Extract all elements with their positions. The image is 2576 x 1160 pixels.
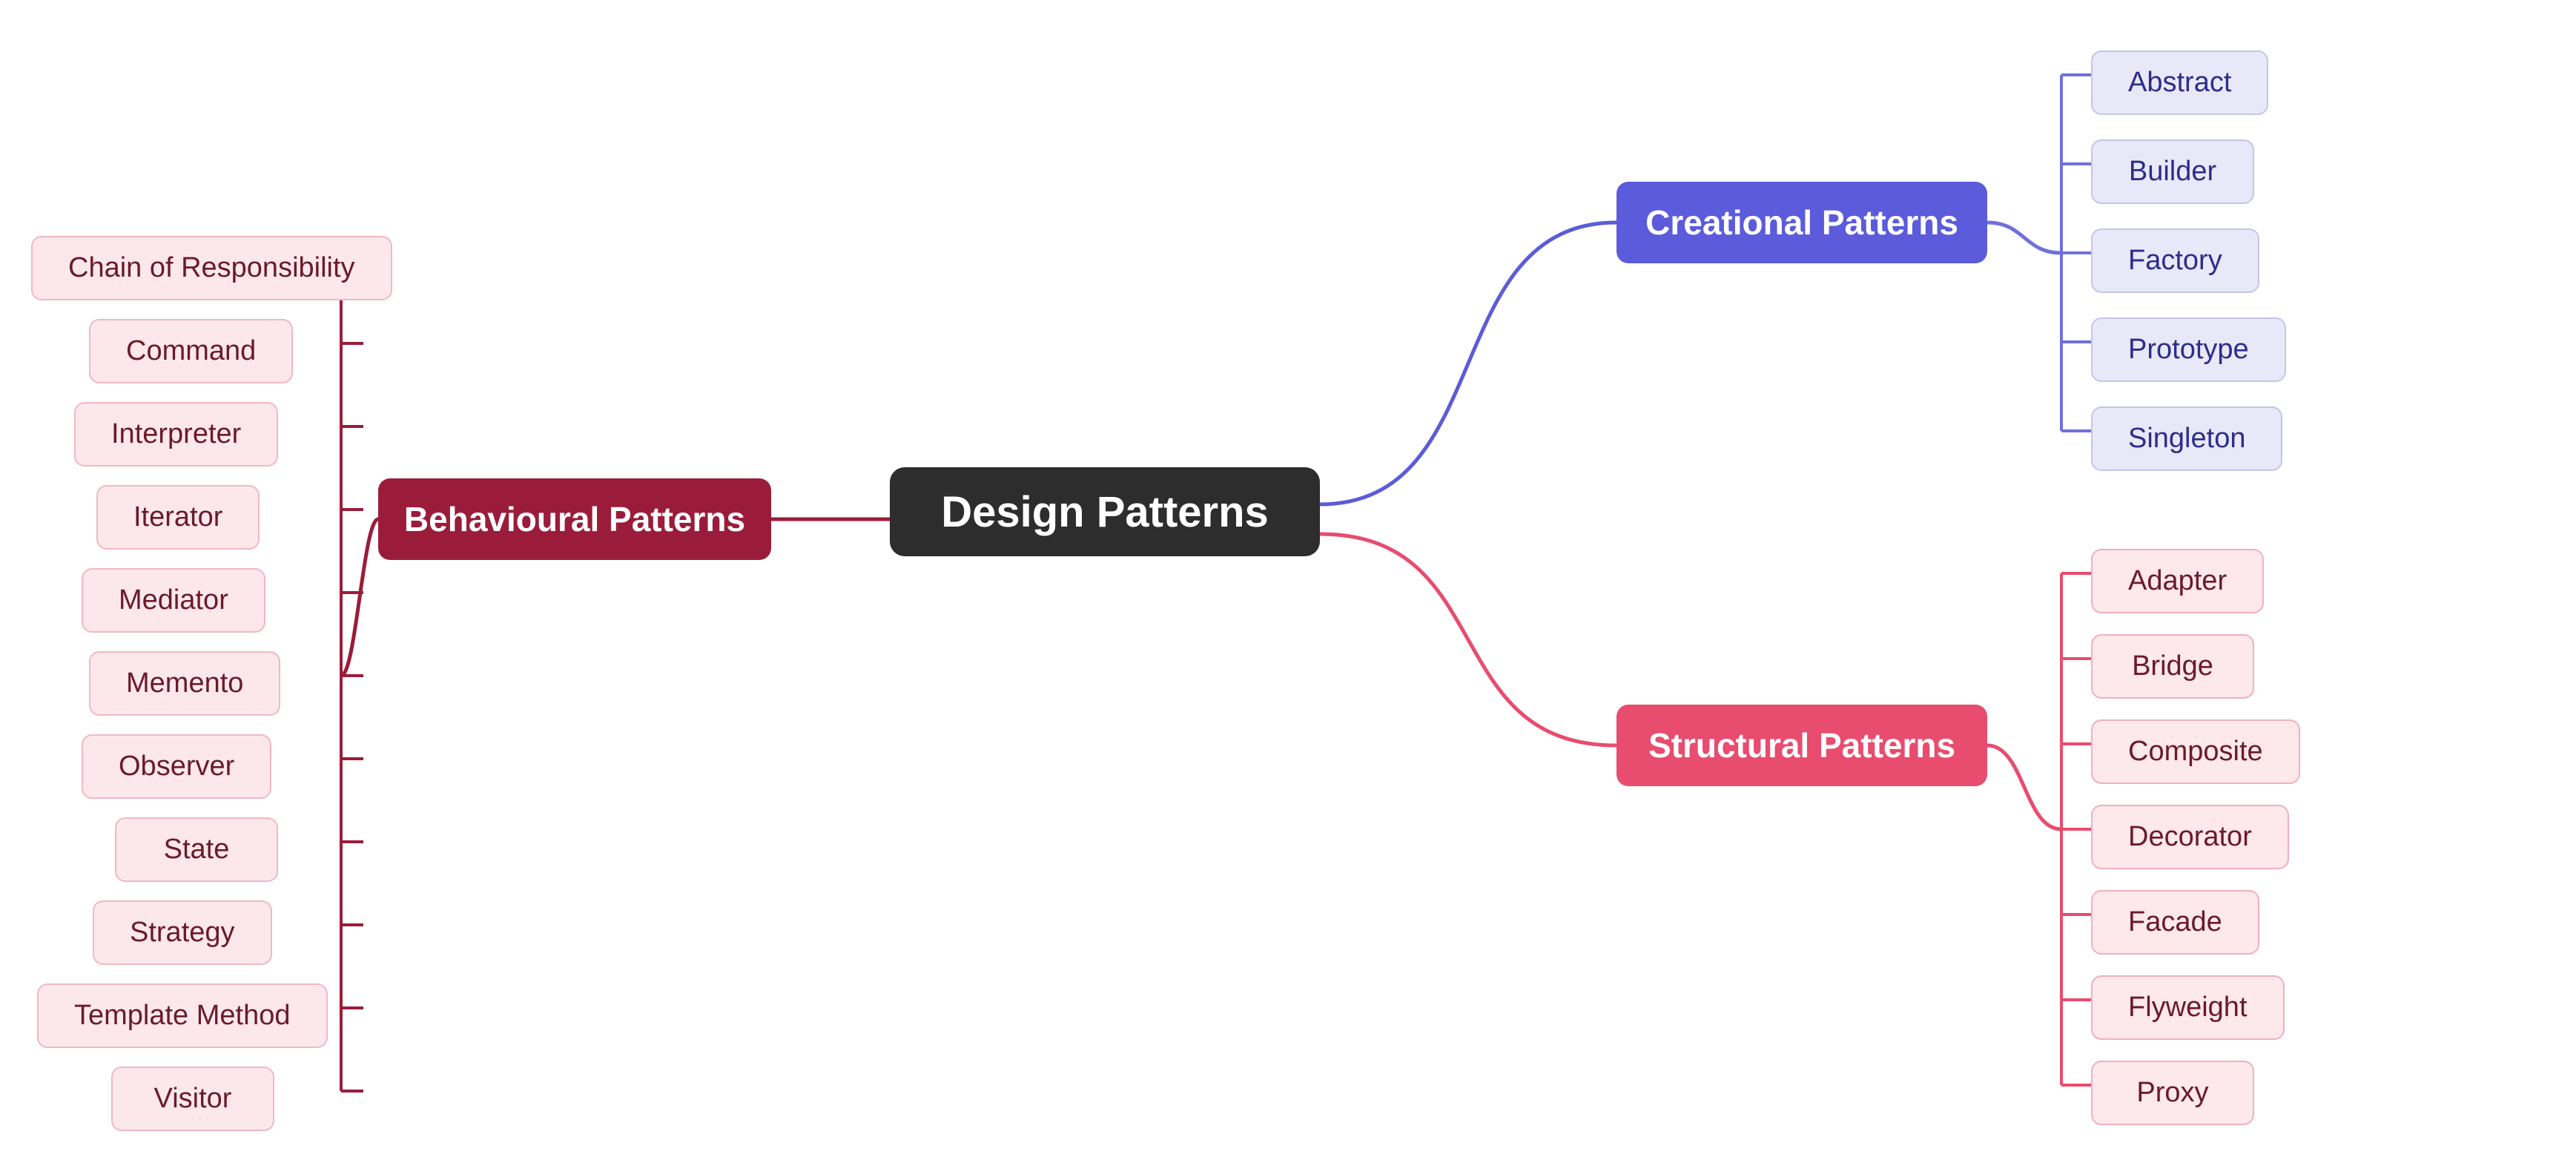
leaf-memento[interactable]: Memento <box>89 651 280 716</box>
leaf-composite[interactable]: Composite <box>2091 719 2300 784</box>
leaf-prototype[interactable]: Prototype <box>2091 317 2286 382</box>
leaf-cor[interactable]: Chain of Responsibility <box>31 236 392 300</box>
leaf-interpreter[interactable]: Interpreter <box>74 402 278 467</box>
center-node: Design Patterns <box>890 467 1320 556</box>
leaf-adapter[interactable]: Adapter <box>2091 549 2264 613</box>
structural-node[interactable]: Structural Patterns <box>1616 705 1987 786</box>
leaf-flyweight[interactable]: Flyweight <box>2091 975 2285 1040</box>
leaf-factory[interactable]: Factory <box>2091 228 2259 293</box>
leaf-singleton[interactable]: Singleton <box>2091 406 2282 471</box>
leaf-command[interactable]: Command <box>89 319 293 383</box>
leaf-decorator[interactable]: Decorator <box>2091 805 2289 869</box>
leaf-strategy[interactable]: Strategy <box>93 900 272 965</box>
leaf-state[interactable]: State <box>115 817 278 882</box>
leaf-facade[interactable]: Facade <box>2091 890 2259 955</box>
leaf-visitor[interactable]: Visitor <box>111 1067 274 1131</box>
leaf-template[interactable]: Template Method <box>37 983 328 1048</box>
leaf-builder[interactable]: Builder <box>2091 139 2254 204</box>
leaf-mediator[interactable]: Mediator <box>82 568 265 633</box>
leaf-abstract[interactable]: Abstract <box>2091 50 2268 115</box>
leaf-iterator[interactable]: Iterator <box>96 485 260 550</box>
creational-node[interactable]: Creational Patterns <box>1616 182 1987 263</box>
behavioural-node[interactable]: Behavioural Patterns <box>378 478 771 560</box>
leaf-proxy[interactable]: Proxy <box>2091 1061 2254 1125</box>
leaf-observer[interactable]: Observer <box>82 734 271 799</box>
leaf-bridge[interactable]: Bridge <box>2091 634 2254 699</box>
